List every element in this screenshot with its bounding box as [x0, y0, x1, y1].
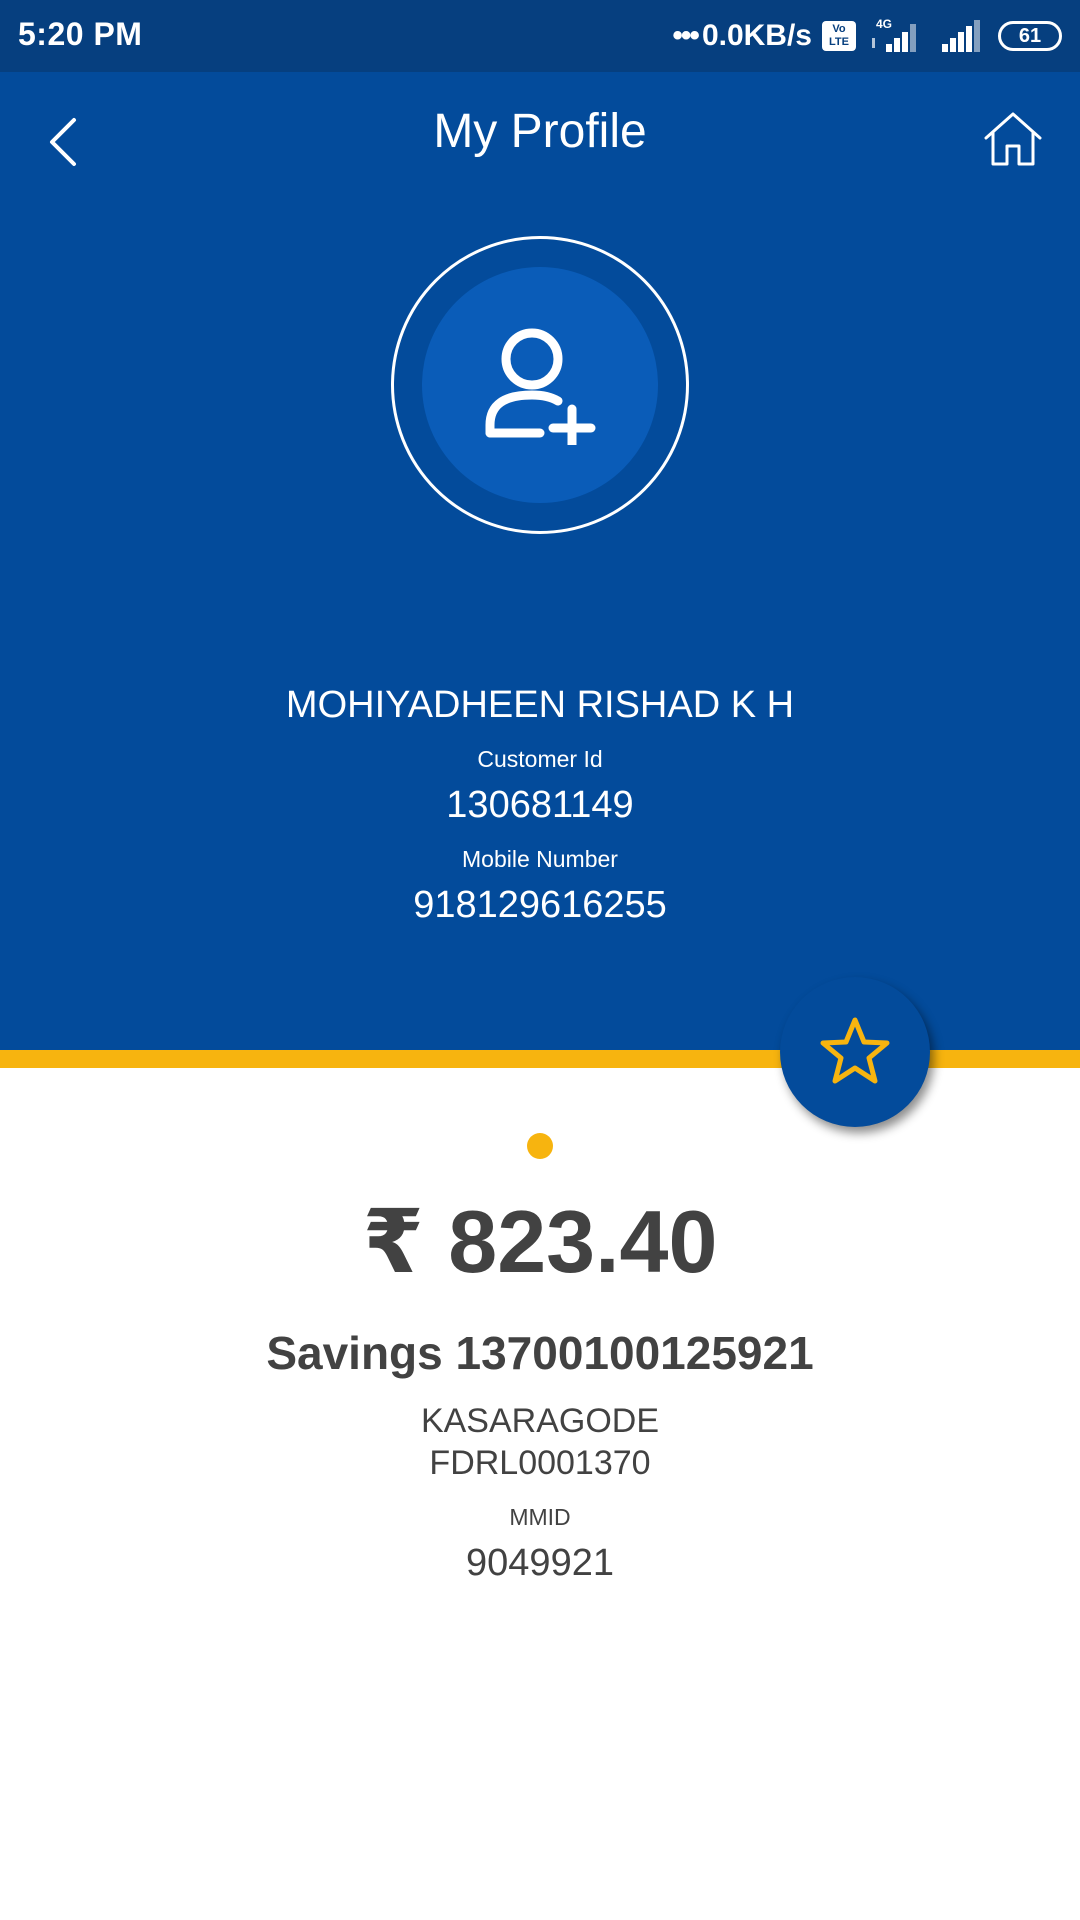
add-user-icon	[485, 328, 596, 445]
page-title: My Profile	[433, 105, 647, 158]
mmid-value: 9049921	[466, 1542, 614, 1584]
volte-badge: Vo LTE	[822, 21, 856, 51]
signal-4g-icon: 4G	[872, 17, 916, 52]
star-icon	[820, 1017, 890, 1084]
home-button[interactable]	[982, 108, 1044, 170]
account-balance: ₹ 823.40	[362, 1192, 718, 1291]
branch-name: KASARAGODE	[420, 1402, 660, 1440]
status-indicators: ••• 0.0KB/s Vo LTE 4G 61	[672, 14, 1062, 58]
profile-header: My Profile MOHIYADHEEN RISHAD K H Custom…	[0, 72, 1080, 1050]
network-speed: 0.0KB/s	[701, 19, 812, 52]
avatar[interactable]	[391, 236, 689, 534]
avatar-background	[422, 267, 658, 503]
home-icon	[984, 112, 1042, 166]
battery-icon: 61	[998, 21, 1062, 51]
more-dots-icon: •••	[672, 19, 699, 52]
mobile-number-label: Mobile Number	[462, 846, 618, 872]
profile-screen: 5:20 PM ••• 0.0KB/s Vo LTE 4G 61 My Prof…	[0, 0, 1080, 1920]
favorite-button[interactable]	[780, 977, 930, 1127]
pager-indicator	[527, 1133, 553, 1159]
customer-id-value: 130681149	[446, 784, 634, 826]
customer-name: MOHIYADHEEN RISHAD K H	[285, 684, 795, 726]
status-time: 5:20 PM	[18, 16, 143, 52]
status-bar: 5:20 PM ••• 0.0KB/s Vo LTE 4G 61	[0, 0, 1080, 72]
ifsc-code: FDRL0001370	[429, 1444, 651, 1482]
signal-icon	[942, 20, 980, 52]
network-type-label: 4G	[876, 17, 892, 31]
mmid-label: MMID	[509, 1504, 571, 1530]
customer-id-label: Customer Id	[477, 746, 603, 772]
mobile-number-value: 918129616255	[413, 884, 667, 926]
account-title: Savings 13700100125921	[266, 1327, 814, 1379]
